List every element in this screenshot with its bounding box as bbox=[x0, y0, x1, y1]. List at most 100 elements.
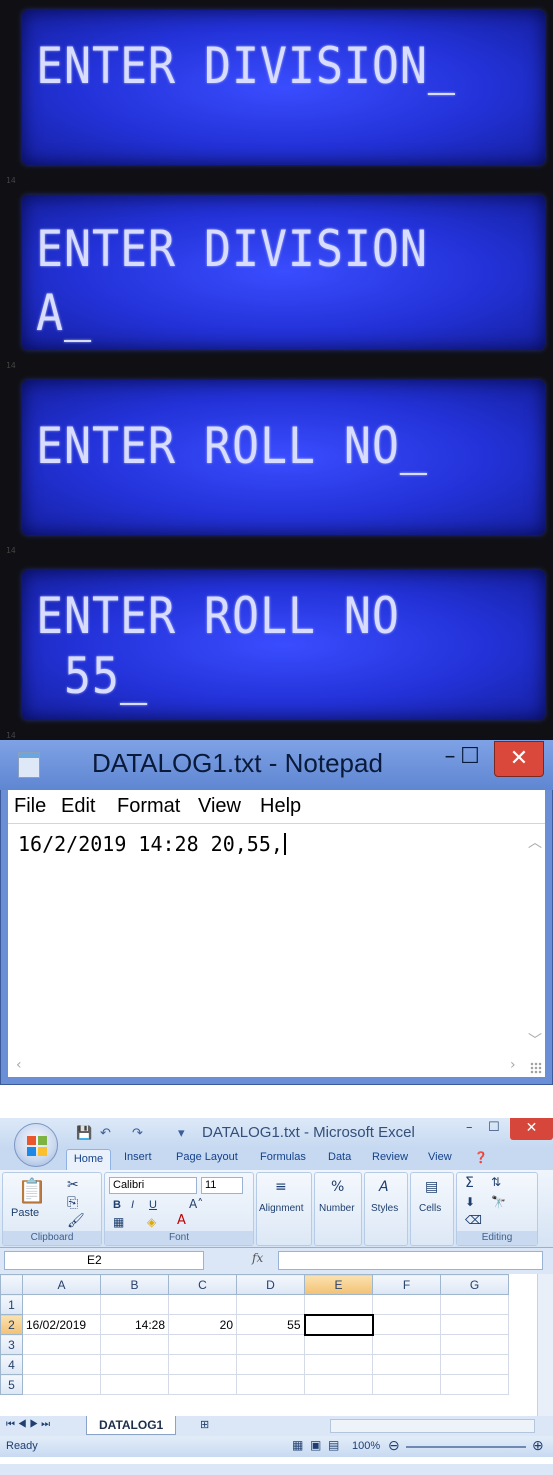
cell-a4[interactable] bbox=[22, 1354, 101, 1375]
number-group[interactable]: % Number bbox=[314, 1172, 362, 1246]
find-icon[interactable]: 🔭 bbox=[491, 1195, 506, 1209]
underline-button[interactable]: U bbox=[149, 1199, 157, 1211]
col-header-e[interactable]: E bbox=[304, 1274, 373, 1295]
col-header-a[interactable]: A bbox=[22, 1274, 101, 1295]
cell-g4[interactable] bbox=[440, 1354, 509, 1375]
cell-b2[interactable]: 14:28 bbox=[100, 1314, 169, 1335]
fill-color-icon[interactable]: ◈ bbox=[147, 1215, 156, 1229]
scroll-left-icon[interactable]: ‹ bbox=[16, 1057, 22, 1073]
resize-grip-icon[interactable] bbox=[530, 1062, 542, 1074]
cell-a1[interactable] bbox=[22, 1294, 101, 1315]
tab-page-layout[interactable]: Page Layout bbox=[176, 1151, 238, 1163]
save-icon[interactable]: 💾 bbox=[76, 1126, 92, 1141]
tab-formulas[interactable]: Formulas bbox=[260, 1151, 306, 1163]
customize-qat-icon[interactable]: ▾ bbox=[178, 1126, 185, 1141]
scroll-down-icon[interactable]: ﹀ bbox=[528, 1030, 542, 1050]
fill-icon[interactable]: ⬇ bbox=[465, 1195, 475, 1209]
menu-format[interactable]: Format bbox=[117, 795, 180, 818]
font-size-select[interactable]: 11 bbox=[201, 1177, 243, 1194]
cell-e3[interactable] bbox=[304, 1334, 373, 1355]
cell-e1[interactable] bbox=[304, 1294, 373, 1315]
vertical-scrollbar[interactable]: ︿ ﹀ bbox=[523, 824, 545, 1056]
styles-group[interactable]: A Styles bbox=[364, 1172, 408, 1246]
font-name-select[interactable]: Calibri bbox=[109, 1177, 197, 1194]
row-header[interactable]: 2 bbox=[0, 1314, 23, 1335]
cell-d2[interactable]: 55 bbox=[236, 1314, 305, 1335]
col-header-b[interactable]: B bbox=[100, 1274, 169, 1295]
tab-review[interactable]: Review bbox=[372, 1151, 408, 1163]
zoom-slider[interactable] bbox=[406, 1446, 526, 1448]
tab-view[interactable]: View bbox=[428, 1151, 452, 1163]
cell-c4[interactable] bbox=[168, 1354, 237, 1375]
zoom-in-icon[interactable]: ⊕ bbox=[532, 1437, 544, 1454]
col-header-f[interactable]: F bbox=[372, 1274, 441, 1295]
excel-titlebar[interactable]: 💾 ↶ ↷ ▾ DATALOG1.txt - Microsoft Excel –… bbox=[0, 1118, 553, 1148]
select-all-corner[interactable] bbox=[0, 1274, 23, 1295]
cell-f1[interactable] bbox=[372, 1294, 441, 1315]
vertical-scrollbar[interactable] bbox=[537, 1274, 553, 1416]
tab-data[interactable]: Data bbox=[328, 1151, 351, 1163]
font-color-icon[interactable]: A bbox=[177, 1213, 186, 1228]
italic-button[interactable]: I bbox=[131, 1199, 134, 1211]
view-layout-icon[interactable]: ▣ bbox=[310, 1438, 321, 1452]
help-icon[interactable]: ❓ bbox=[474, 1151, 488, 1164]
cell-b5[interactable] bbox=[100, 1374, 169, 1395]
view-pagebreak-icon[interactable]: ▤ bbox=[328, 1438, 339, 1452]
row-header[interactable]: 3 bbox=[0, 1334, 23, 1355]
cell-e5[interactable] bbox=[304, 1374, 373, 1395]
horizontal-scrollbar[interactable] bbox=[330, 1419, 535, 1433]
text-editor-area[interactable]: 16/2/2019 14:28 20,55, ︿ ﹀ ‹ › bbox=[8, 823, 545, 1077]
cell-c5[interactable] bbox=[168, 1374, 237, 1395]
office-button[interactable] bbox=[14, 1123, 58, 1167]
cell-f2[interactable] bbox=[372, 1314, 441, 1335]
cell-d4[interactable] bbox=[236, 1354, 305, 1375]
scroll-up-icon[interactable]: ︿ bbox=[528, 832, 542, 852]
cell-g1[interactable] bbox=[440, 1294, 509, 1315]
redo-icon[interactable]: ↷ bbox=[132, 1126, 143, 1141]
row-header[interactable]: 5 bbox=[0, 1374, 23, 1395]
cell-d1[interactable] bbox=[236, 1294, 305, 1315]
zoom-out-icon[interactable]: ⊖ bbox=[388, 1437, 400, 1454]
cell-e2-active[interactable] bbox=[303, 1313, 374, 1336]
cell-g5[interactable] bbox=[440, 1374, 509, 1395]
cell-f5[interactable] bbox=[372, 1374, 441, 1395]
cell-a3[interactable] bbox=[22, 1334, 101, 1355]
notepad-app-icon[interactable] bbox=[18, 752, 40, 778]
cell-a2[interactable]: 16/02/2019 bbox=[22, 1314, 101, 1335]
scroll-right-icon[interactable]: › bbox=[510, 1057, 516, 1073]
cell-d5[interactable] bbox=[236, 1374, 305, 1395]
cell-c1[interactable] bbox=[168, 1294, 237, 1315]
cell-c2[interactable]: 20 bbox=[168, 1314, 237, 1335]
formula-input[interactable] bbox=[278, 1251, 543, 1270]
tab-home[interactable]: Home bbox=[66, 1149, 111, 1170]
maximize-button[interactable]: ☐ bbox=[452, 740, 488, 776]
cell-e4[interactable] bbox=[304, 1354, 373, 1375]
copy-icon[interactable]: ⎘ bbox=[67, 1195, 78, 1211]
row-header[interactable]: 4 bbox=[0, 1354, 23, 1375]
menu-help[interactable]: Help bbox=[260, 795, 301, 818]
minimize-button[interactable]: – bbox=[466, 1120, 473, 1135]
cell-a5[interactable] bbox=[22, 1374, 101, 1395]
close-button[interactable]: ✕ bbox=[510, 1118, 553, 1140]
sort-filter-icon[interactable]: ⇅ bbox=[491, 1175, 501, 1189]
menu-edit[interactable]: Edit bbox=[61, 795, 95, 818]
paste-button[interactable]: Paste bbox=[11, 1207, 39, 1219]
zoom-level[interactable]: 100% bbox=[352, 1440, 380, 1452]
menu-view[interactable]: View bbox=[198, 795, 241, 818]
alignment-group[interactable]: ≡ Alignment bbox=[256, 1172, 312, 1246]
sheet-nav-icons[interactable]: ⏮ ◀ ▶ ⏭ bbox=[6, 1419, 50, 1430]
close-button[interactable]: ✕ bbox=[494, 741, 544, 777]
format-painter-icon[interactable]: 🖌 bbox=[67, 1213, 85, 1229]
col-header-c[interactable]: C bbox=[168, 1274, 237, 1295]
horizontal-scrollbar[interactable]: ‹ › bbox=[8, 1055, 545, 1077]
cell-b1[interactable] bbox=[100, 1294, 169, 1315]
col-header-d[interactable]: D bbox=[236, 1274, 305, 1295]
cell-f4[interactable] bbox=[372, 1354, 441, 1375]
row-header[interactable]: 1 bbox=[0, 1294, 23, 1315]
cell-g3[interactable] bbox=[440, 1334, 509, 1355]
paste-icon[interactable]: 📋 bbox=[17, 1177, 47, 1205]
cut-icon[interactable]: ✂ bbox=[67, 1177, 79, 1193]
name-box[interactable]: E2 bbox=[4, 1251, 204, 1270]
clear-icon[interactable]: ⌫ bbox=[465, 1213, 482, 1227]
insert-sheet-icon[interactable]: ⊞ bbox=[200, 1418, 209, 1431]
